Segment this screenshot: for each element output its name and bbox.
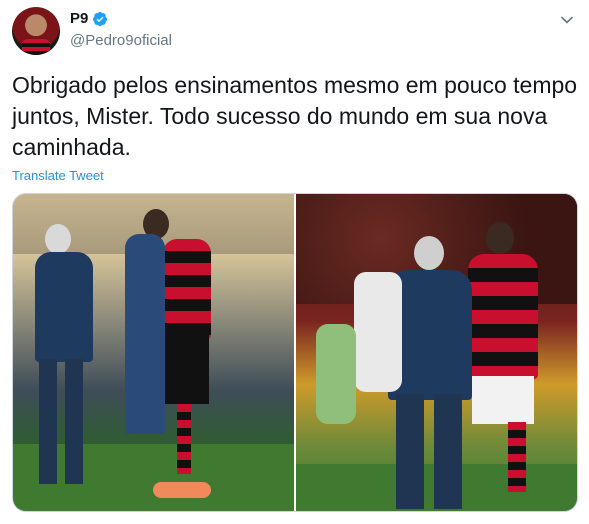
second-player (125, 234, 165, 434)
tweet-photo-2[interactable] (296, 194, 577, 511)
author-name-row[interactable]: P9 (70, 10, 108, 27)
verified-badge-icon (93, 11, 108, 26)
player-head (486, 222, 514, 254)
author-handle[interactable]: @Pedro9oficial (70, 32, 172, 49)
staff-member (354, 272, 402, 392)
player-boots (153, 482, 211, 498)
player-socks (508, 422, 526, 492)
coach-leg-right (434, 394, 462, 509)
player-jersey (163, 239, 211, 339)
translate-tweet-link[interactable]: Translate Tweet (12, 168, 104, 183)
coach-leg-right (65, 359, 83, 484)
display-name[interactable]: P9 (70, 10, 88, 27)
tweet-text: Obrigado pelos ensinamentos mesmo em pou… (12, 72, 578, 160)
player-shorts (163, 334, 209, 404)
chevron-down-icon[interactable] (559, 12, 575, 28)
coach-head (414, 236, 444, 270)
player-jersey (468, 254, 538, 379)
coach-leg-left (39, 359, 57, 484)
player-shorts (472, 376, 534, 424)
tweet-photo-1[interactable] (13, 194, 294, 511)
player-socks (177, 404, 191, 474)
coach-jacket (35, 252, 93, 362)
tweet-media (12, 193, 578, 512)
coach-leg-left (396, 394, 424, 509)
avatar[interactable] (12, 7, 60, 55)
coach-head (45, 224, 71, 254)
staff-member-2 (316, 324, 356, 424)
